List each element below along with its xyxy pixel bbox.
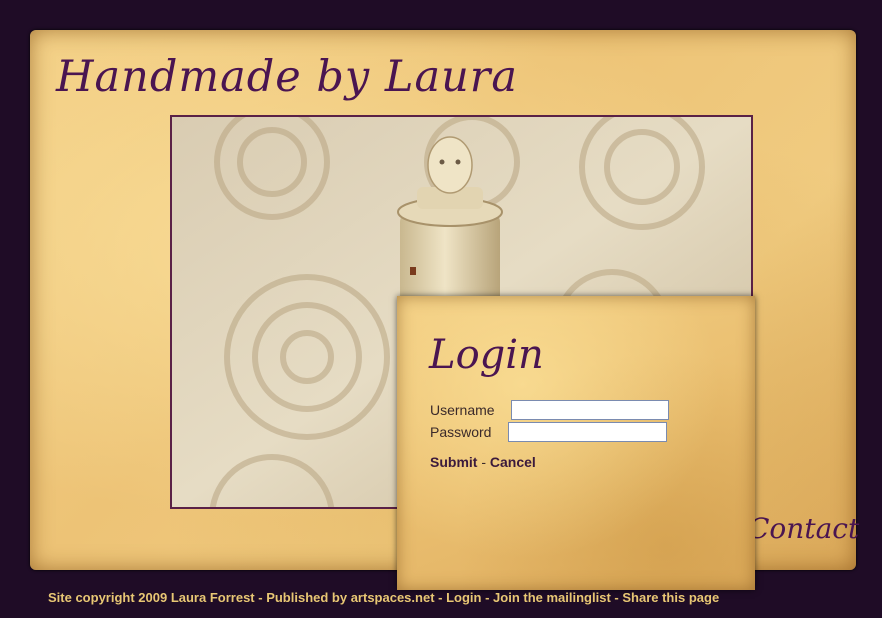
footer-copyright: Site copyright 2009 Laura Forrest: [48, 590, 255, 605]
cancel-button[interactable]: Cancel: [490, 454, 536, 470]
username-input[interactable]: [511, 400, 669, 420]
footer-separator: -: [254, 590, 267, 605]
username-label: Username: [430, 402, 495, 418]
password-input[interactable]: [508, 422, 667, 442]
footer-mailinglist-link[interactable]: Join the mailinglist: [493, 590, 611, 605]
footer-published-link[interactable]: Published by artspaces.net: [266, 590, 434, 605]
footer-separator: -: [481, 590, 494, 605]
login-actions: Submit - Cancel: [430, 454, 536, 470]
submit-button[interactable]: Submit: [430, 454, 477, 470]
footer-separator: -: [434, 590, 447, 605]
footer-login-link[interactable]: Login: [446, 590, 481, 605]
actions-separator: -: [477, 454, 490, 470]
password-label: Password: [430, 424, 492, 440]
login-dialog: Login Username Password Submit - Cancel: [397, 296, 755, 590]
footer-separator: -: [610, 590, 623, 605]
login-title: Login: [429, 332, 544, 378]
nav-contact-link[interactable]: Contact: [748, 512, 859, 545]
site-footer: Site copyright 2009 Laura Forrest - Publ…: [48, 590, 719, 605]
site-title[interactable]: Handmade by Laura: [56, 52, 518, 102]
footer-share-link[interactable]: Share this page: [622, 590, 719, 605]
